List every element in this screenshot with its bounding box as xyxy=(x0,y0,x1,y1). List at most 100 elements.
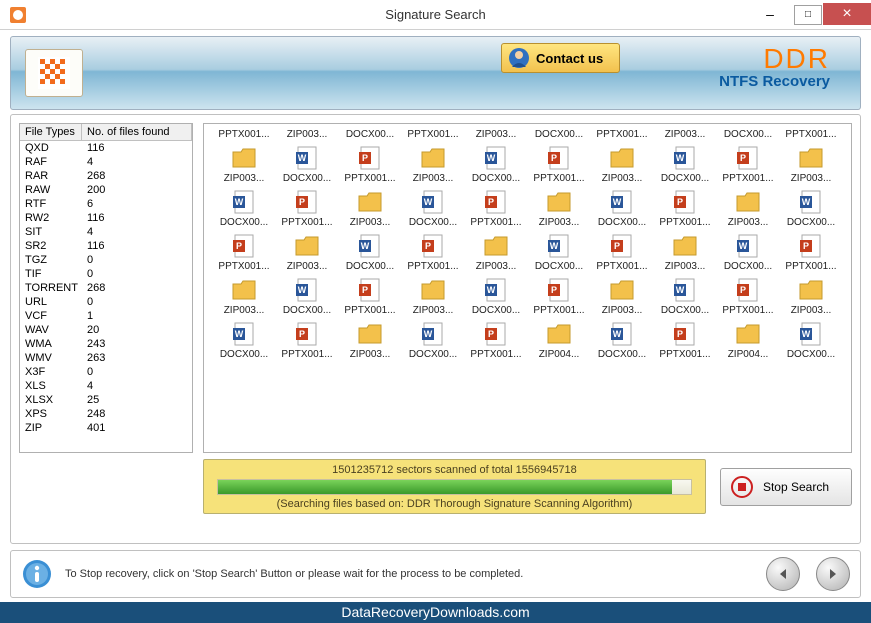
table-row[interactable]: XLSX25 xyxy=(20,393,192,407)
file-item[interactable]: WDOCX00... xyxy=(592,188,652,228)
table-row[interactable]: SR2116 xyxy=(20,239,192,253)
docx-icon: W xyxy=(356,232,384,260)
table-row[interactable]: WMV263 xyxy=(20,351,192,365)
table-row[interactable]: RAW200 xyxy=(20,183,192,197)
file-item[interactable]: WDOCX00... xyxy=(529,232,589,272)
file-item[interactable]: ZIP003... xyxy=(340,320,400,360)
file-item[interactable]: PPPTX001... xyxy=(655,320,715,360)
file-item[interactable]: DOCX00... xyxy=(529,124,589,140)
table-row[interactable]: RW2116 xyxy=(20,211,192,225)
table-row[interactable]: WAV20 xyxy=(20,323,192,337)
table-row[interactable]: RTF6 xyxy=(20,197,192,211)
next-button[interactable] xyxy=(816,557,850,591)
file-item[interactable]: ZIP003... xyxy=(655,232,715,272)
table-row[interactable]: X3F0 xyxy=(20,365,192,379)
file-item[interactable]: ZIP003... xyxy=(781,144,841,184)
file-item[interactable]: WDOCX00... xyxy=(655,144,715,184)
file-item[interactable]: ZIP003... xyxy=(466,124,526,140)
file-label: PPTX001... xyxy=(655,217,715,228)
table-row[interactable]: SIT4 xyxy=(20,225,192,239)
file-types-table[interactable]: File Types No. of files found QXD116RAF4… xyxy=(19,123,193,453)
file-item[interactable]: WDOCX00... xyxy=(466,276,526,316)
file-item[interactable]: PPPTX001... xyxy=(718,276,778,316)
file-item[interactable]: PPPTX001... xyxy=(277,320,337,360)
table-row[interactable]: TORRENT268 xyxy=(20,281,192,295)
file-item[interactable]: ZIP004... xyxy=(718,320,778,360)
file-item[interactable]: PPPTX001... xyxy=(403,232,463,272)
pptx-icon: P xyxy=(419,232,447,260)
docx-icon: W xyxy=(419,320,447,348)
file-item[interactable]: ZIP003... xyxy=(403,276,463,316)
file-item[interactable]: ZIP003... xyxy=(781,276,841,316)
minimize-button[interactable]: – xyxy=(747,3,793,25)
file-item[interactable]: PPPTX001... xyxy=(529,144,589,184)
file-item[interactable]: PPPTX001... xyxy=(781,232,841,272)
file-item[interactable]: PPPTX001... xyxy=(466,320,526,360)
file-item[interactable]: PPPTX001... xyxy=(655,188,715,228)
pptx-icon: P xyxy=(482,320,510,348)
file-item[interactable]: WDOCX00... xyxy=(277,276,337,316)
file-item[interactable]: WDOCX00... xyxy=(340,232,400,272)
file-item[interactable]: PPPTX001... xyxy=(340,144,400,184)
table-row[interactable]: QXD116 xyxy=(20,141,192,155)
table-row[interactable]: XLS4 xyxy=(20,379,192,393)
file-item[interactable]: ZIP003... xyxy=(403,144,463,184)
file-item[interactable]: WDOCX00... xyxy=(214,320,274,360)
table-row[interactable]: TGZ0 xyxy=(20,253,192,267)
file-item[interactable]: DOCX00... xyxy=(718,124,778,140)
file-item[interactable]: ZIP003... xyxy=(214,276,274,316)
table-row[interactable]: TIF0 xyxy=(20,267,192,281)
file-item[interactable]: WDOCX00... xyxy=(403,320,463,360)
file-item[interactable]: ZIP003... xyxy=(277,124,337,140)
file-item[interactable]: WDOCX00... xyxy=(214,188,274,228)
file-item[interactable]: PPPTX001... xyxy=(466,188,526,228)
file-item[interactable]: WDOCX00... xyxy=(718,232,778,272)
file-item[interactable]: ZIP003... xyxy=(340,188,400,228)
file-item[interactable]: ZIP003... xyxy=(718,188,778,228)
file-item[interactable]: ZIP003... xyxy=(277,232,337,272)
file-item[interactable]: WDOCX00... xyxy=(277,144,337,184)
file-item[interactable]: DOCX00... xyxy=(340,124,400,140)
table-row[interactable]: RAR268 xyxy=(20,169,192,183)
file-item[interactable]: PPPTX001... xyxy=(529,276,589,316)
svg-text:P: P xyxy=(362,285,368,295)
close-button[interactable]: × xyxy=(823,3,871,25)
file-item[interactable]: PPTX001... xyxy=(403,124,463,140)
file-item[interactable]: WDOCX00... xyxy=(403,188,463,228)
file-item[interactable]: WDOCX00... xyxy=(655,276,715,316)
file-item[interactable]: WDOCX00... xyxy=(781,320,841,360)
file-item[interactable]: PPPTX001... xyxy=(592,232,652,272)
file-label: PPTX001... xyxy=(466,217,526,228)
stop-search-button[interactable]: Stop Search xyxy=(720,468,852,506)
table-row[interactable]: XPS248 xyxy=(20,407,192,421)
file-item[interactable]: WDOCX00... xyxy=(466,144,526,184)
prev-button[interactable] xyxy=(766,557,800,591)
file-item[interactable]: ZIP003... xyxy=(592,144,652,184)
file-item[interactable]: ZIP003... xyxy=(214,144,274,184)
col-file-types[interactable]: File Types xyxy=(20,124,82,140)
file-item[interactable]: PPTX001... xyxy=(781,124,841,140)
table-row[interactable]: URL0 xyxy=(20,295,192,309)
file-item[interactable]: ZIP003... xyxy=(655,124,715,140)
file-item[interactable]: WDOCX00... xyxy=(592,320,652,360)
table-row[interactable]: RAF4 xyxy=(20,155,192,169)
file-item[interactable]: ZIP003... xyxy=(466,232,526,272)
file-item[interactable]: PPPTX001... xyxy=(718,144,778,184)
file-item[interactable]: ZIP003... xyxy=(529,188,589,228)
file-item[interactable]: WDOCX00... xyxy=(781,188,841,228)
table-row[interactable]: VCF1 xyxy=(20,309,192,323)
table-row[interactable]: ZIP401 xyxy=(20,421,192,435)
table-row[interactable]: WMA243 xyxy=(20,337,192,351)
file-item[interactable]: PPPTX001... xyxy=(277,188,337,228)
file-item[interactable]: PPTX001... xyxy=(592,124,652,140)
maximize-button[interactable]: □ xyxy=(794,5,822,25)
file-item[interactable]: PPPTX001... xyxy=(340,276,400,316)
file-grid[interactable]: PPTX001...ZIP003...DOCX00...PPTX001...ZI… xyxy=(203,123,852,453)
file-item[interactable]: ZIP003... xyxy=(592,276,652,316)
file-item[interactable]: ZIP004... xyxy=(529,320,589,360)
col-files-found[interactable]: No. of files found xyxy=(82,124,192,140)
file-item[interactable]: PPPTX001... xyxy=(214,232,274,272)
file-item[interactable]: PPTX001... xyxy=(214,124,274,140)
contact-us-button[interactable]: Contact us xyxy=(501,43,620,73)
pptx-icon: P xyxy=(482,188,510,216)
